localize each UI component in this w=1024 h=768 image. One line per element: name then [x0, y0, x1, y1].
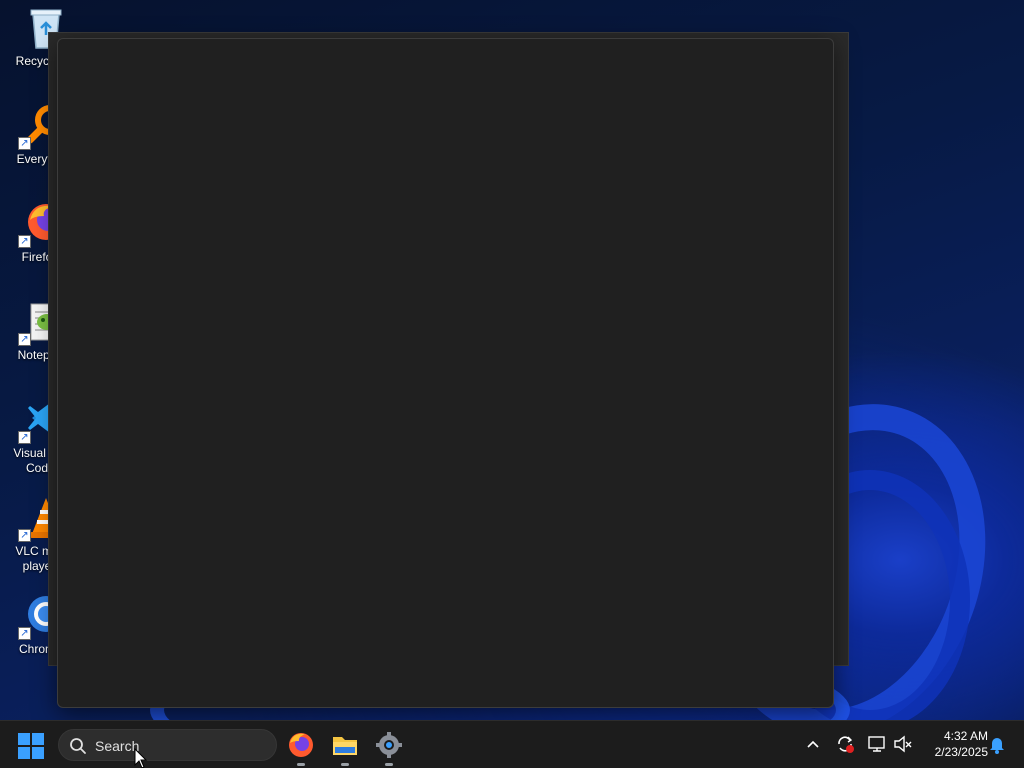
shortcut-arrow-icon: ↗	[18, 137, 31, 150]
taskbar-app-firefox[interactable]	[285, 729, 317, 766]
clock-date: 2/23/2025	[934, 745, 988, 759]
shortcut-arrow-icon: ↗	[18, 333, 31, 346]
taskbar-app-file-explorer[interactable]	[329, 729, 361, 766]
tray-sync-button[interactable]	[834, 733, 856, 755]
shortcut-arrow-icon: ↗	[18, 431, 31, 444]
shortcut-arrow-icon: ↗	[18, 627, 31, 640]
shortcut-arrow-icon: ↗	[18, 529, 31, 542]
mouse-cursor-icon	[134, 748, 148, 768]
taskbar-clock[interactable]: 4:32 AM 2/23/2025	[916, 728, 988, 760]
clock-time: 4:32 AM	[943, 729, 988, 743]
chevron-up-icon	[807, 740, 819, 748]
taskbar-app-settings[interactable]	[373, 729, 405, 766]
search-placeholder: Search	[95, 738, 140, 754]
volume-muted-icon	[894, 735, 912, 753]
notification-center-button[interactable]	[986, 733, 1008, 755]
start-button[interactable]	[18, 733, 44, 759]
shortcut-arrow-icon: ↗	[18, 235, 31, 248]
tray-volume-button[interactable]	[892, 733, 914, 755]
running-indicator	[385, 763, 393, 766]
sync-icon	[838, 736, 854, 753]
running-indicator	[341, 763, 349, 766]
taskbar-search-box[interactable]: Search	[58, 729, 277, 761]
file-explorer-icon	[333, 737, 357, 755]
app-window-blank[interactable]	[57, 38, 834, 708]
firefox-icon	[289, 733, 313, 757]
notification-bell-icon	[990, 738, 1004, 754]
search-icon	[70, 738, 86, 754]
network-icon	[868, 736, 885, 752]
tray-network-button[interactable]	[866, 733, 888, 755]
windows-logo-icon	[18, 733, 30, 745]
running-indicator	[297, 763, 305, 766]
show-hidden-icons-button[interactable]	[802, 733, 824, 755]
taskbar: Search 4:32 AM 2/23/2025	[0, 720, 1024, 768]
settings-icon	[376, 732, 402, 758]
